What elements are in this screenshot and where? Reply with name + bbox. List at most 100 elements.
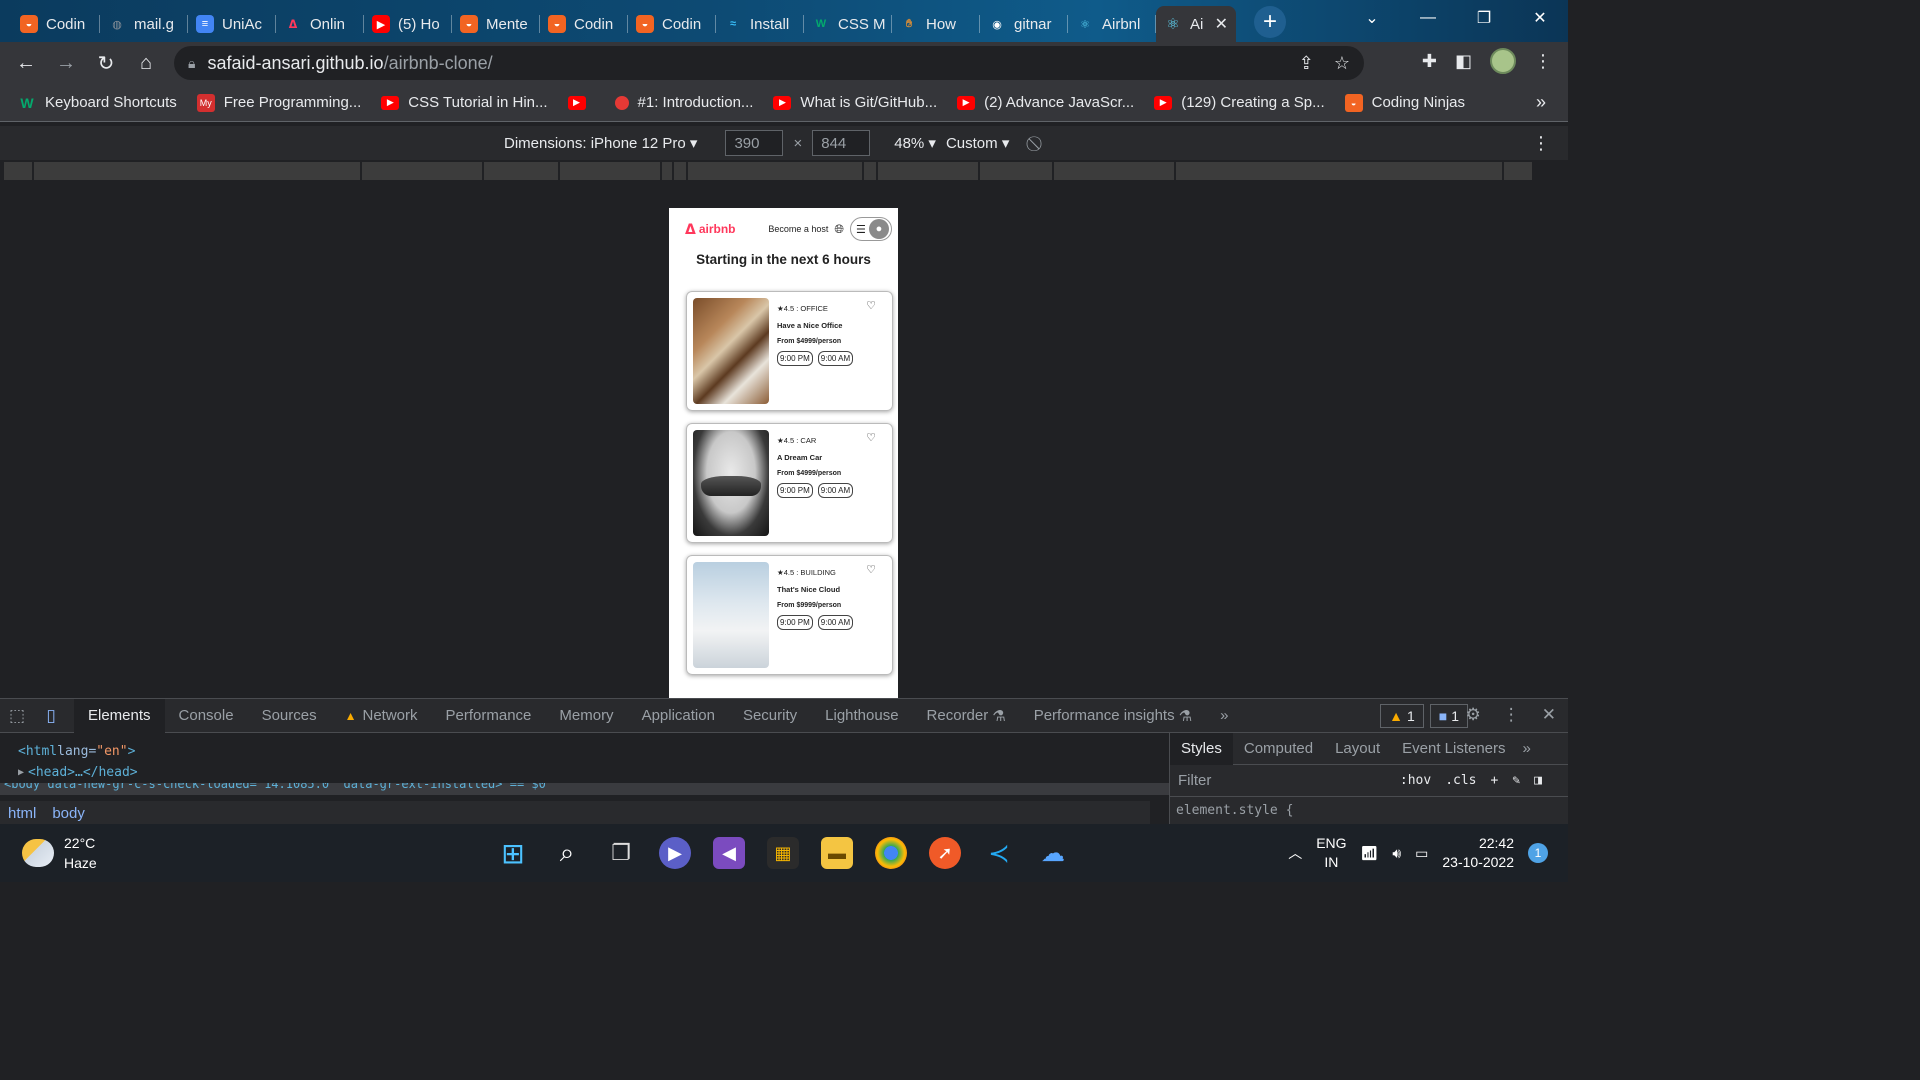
time-slot-button[interactable]: 9:00 AM [817,483,854,498]
side-panel-icon[interactable]: ◧ [1455,51,1472,72]
browser-tab[interactable]: W CSS M [804,6,892,42]
browser-tab[interactable]: ◒ Codin [628,6,716,42]
time-slot-button[interactable]: 9:00 PM [777,483,813,498]
become-host-link[interactable]: Become a host [768,224,828,234]
media-query-bar[interactable] [0,160,1568,182]
devtools-tab[interactable]: ▲ Network [331,699,432,733]
vscode-icon[interactable]: ≺ [983,837,1015,869]
bookmark-item[interactable]: #1: Introduction... [614,94,753,111]
restore-button[interactable]: ❐ [1456,0,1512,36]
expand-arrow-icon[interactable]: ▶ [18,767,24,778]
styles-tab[interactable]: Layout [1324,733,1391,765]
zoom-select[interactable]: 48% ▾ [894,134,936,152]
time-slot-button[interactable]: 9:00 AM [817,351,854,366]
active-tab[interactable]: ⚛ Ai ✕ [1156,6,1236,42]
bookmark-item[interactable]: W Keyboard Shortcuts [18,94,176,111]
battery-icon[interactable]: ▭ [1415,845,1428,862]
dom-node-body[interactable]: <body data-new-gr-c-s-check-loaded="14.1… [0,783,1169,795]
time-slot-button[interactable]: 9:00 PM [777,615,813,630]
bookmark-item[interactable]: ▶ [567,95,595,110]
clock[interactable]: 22:42 23-10-2022 [1442,834,1514,872]
styles-tab[interactable]: Styles [1170,732,1233,765]
bookmark-star-icon[interactable]: ☆ [1334,53,1350,74]
devtools-more-icon[interactable]: ⋮ [1503,705,1520,725]
dom-node-html[interactable]: <html lang= "en" > [0,741,1169,762]
visual-studio-icon[interactable]: ◀ [713,837,745,869]
show-hidden-icons-icon[interactable]: ︿ [1288,843,1302,863]
new-tab-button[interactable]: + [1254,6,1286,38]
more-tabs-icon[interactable]: » [1220,707,1228,724]
devtools-tab[interactable]: Memory [545,699,627,733]
task-view-icon[interactable]: ❐ [605,837,637,869]
browser-tab[interactable]: ⚛ Airbnl [1068,6,1156,42]
address-bar[interactable]: 🔒︎ safaid-ansari.github.io/airbnb-clone/… [174,46,1364,80]
experience-card[interactable]: ★4.5 : CAR A Dream Car From $4999/person 9:… [686,423,893,543]
devtools-tab[interactable]: Performance [432,699,546,733]
browser-tab[interactable]: ▶ (5) Ho [364,6,452,42]
devtools-tab[interactable]: Security [729,699,811,733]
experience-card[interactable]: ★4.5 : OFFICE Have a Nice Office From $499… [686,291,893,411]
user-menu-button[interactable]: ☰ ● [850,217,892,241]
back-button[interactable]: ← [6,43,46,83]
notification-badge[interactable]: 1 [1528,843,1548,863]
browser-tab[interactable]: ✋︎ How [892,6,980,42]
teams-chat-icon[interactable]: ▶ [659,837,691,869]
profile-avatar[interactable] [1490,48,1516,74]
browser-tab[interactable]: ≈ Install [716,6,804,42]
browser-tab[interactable]: ◉ gitnar [980,6,1068,42]
experience-card[interactable]: ★4.5 : BUILDING That's Nice Cloud From $99… [686,555,893,675]
airbnb-logo[interactable]: ᐃ airbnb [685,221,736,238]
bookmark-item[interactable]: ◒ Coding Ninjas [1344,93,1465,112]
device-more-icon[interactable]: ⋮ [1532,133,1550,154]
warnings-badge[interactable]: ▲ 1 [1380,704,1424,728]
devtools-tab[interactable]: Application [628,699,729,733]
file-explorer-icon[interactable]: ▬ [821,837,853,869]
postman-icon[interactable]: ➚ [929,837,961,869]
azure-data-studio-icon[interactable]: ☁ [1037,837,1069,869]
paint-icon[interactable]: ✎ [1512,773,1520,788]
messages-badge[interactable]: ■ 1 [1429,704,1468,728]
breadcrumb-body[interactable]: body [52,805,85,822]
browser-menu-icon[interactable]: ⋮ [1534,51,1552,72]
devtools-tab[interactable]: Performance insights ⚗ [1020,699,1206,733]
breadcrumb-html[interactable]: html [8,805,36,822]
tab-search-icon[interactable]: ⌄ [1344,0,1400,36]
chrome-icon[interactable] [875,837,907,869]
browser-tab[interactable]: ◍ mail.g [100,6,188,42]
extensions-icon[interactable]: ✚ [1422,51,1437,72]
globe-icon[interactable]: 🌐︎ [834,222,844,237]
device-toggle-icon[interactable]: ▯ [34,706,68,726]
device-width-input[interactable]: 390 [725,130,784,156]
bookmark-item[interactable]: ▶ (2) Advance JavaScr... [957,94,1134,111]
forward-button[interactable]: → [46,43,86,83]
minimize-button[interactable]: — [1400,0,1456,36]
device-height-input[interactable]: 844 [812,130,871,156]
home-button[interactable]: ⌂ [126,43,166,83]
heart-icon[interactable]: ♡ [866,563,876,576]
devtools-tab[interactable]: Sources [248,699,331,733]
styles-tab[interactable]: Event Listeners [1391,733,1516,765]
close-tab-icon[interactable]: ✕ [1215,14,1228,34]
hov-toggle[interactable]: :hov [1400,773,1431,788]
search-icon[interactable]: ⌕ [551,837,583,869]
store-icon[interactable]: ▦ [767,837,799,869]
devtools-tab[interactable]: Lighthouse [811,699,912,733]
settings-gear-icon[interactable]: ⚙ [1466,705,1481,725]
browser-tab[interactable]: ≡ UniAc [188,6,276,42]
throttle-select[interactable]: Custom ▾ [946,134,1009,152]
browser-tab[interactable]: ᐃ Onlin [276,6,364,42]
dom-node-head[interactable]: ▶ <head>…</head> [0,762,1169,783]
bookmark-item[interactable]: ▶ (129) Creating a Sp... [1154,94,1325,111]
styles-filter-input[interactable]: Filter [1178,772,1211,789]
bookmark-item[interactable]: My Free Programming... [196,93,361,112]
browser-tab[interactable]: ◒ Codin [540,6,628,42]
add-rule-icon[interactable]: + [1491,773,1499,788]
bookmarks-overflow-icon[interactable]: » [1536,92,1546,113]
time-slot-button[interactable]: 9:00 AM [817,615,854,630]
sidebar-toggle-icon[interactable]: ◨ [1534,773,1542,788]
reload-button[interactable]: ↻ [86,43,126,83]
styles-tab[interactable]: Computed [1233,733,1324,765]
browser-tab[interactable]: ◒ Codin [12,6,100,42]
close-window-button[interactable]: ✕ [1512,0,1568,36]
language-indicator[interactable]: ENG IN [1316,834,1346,872]
